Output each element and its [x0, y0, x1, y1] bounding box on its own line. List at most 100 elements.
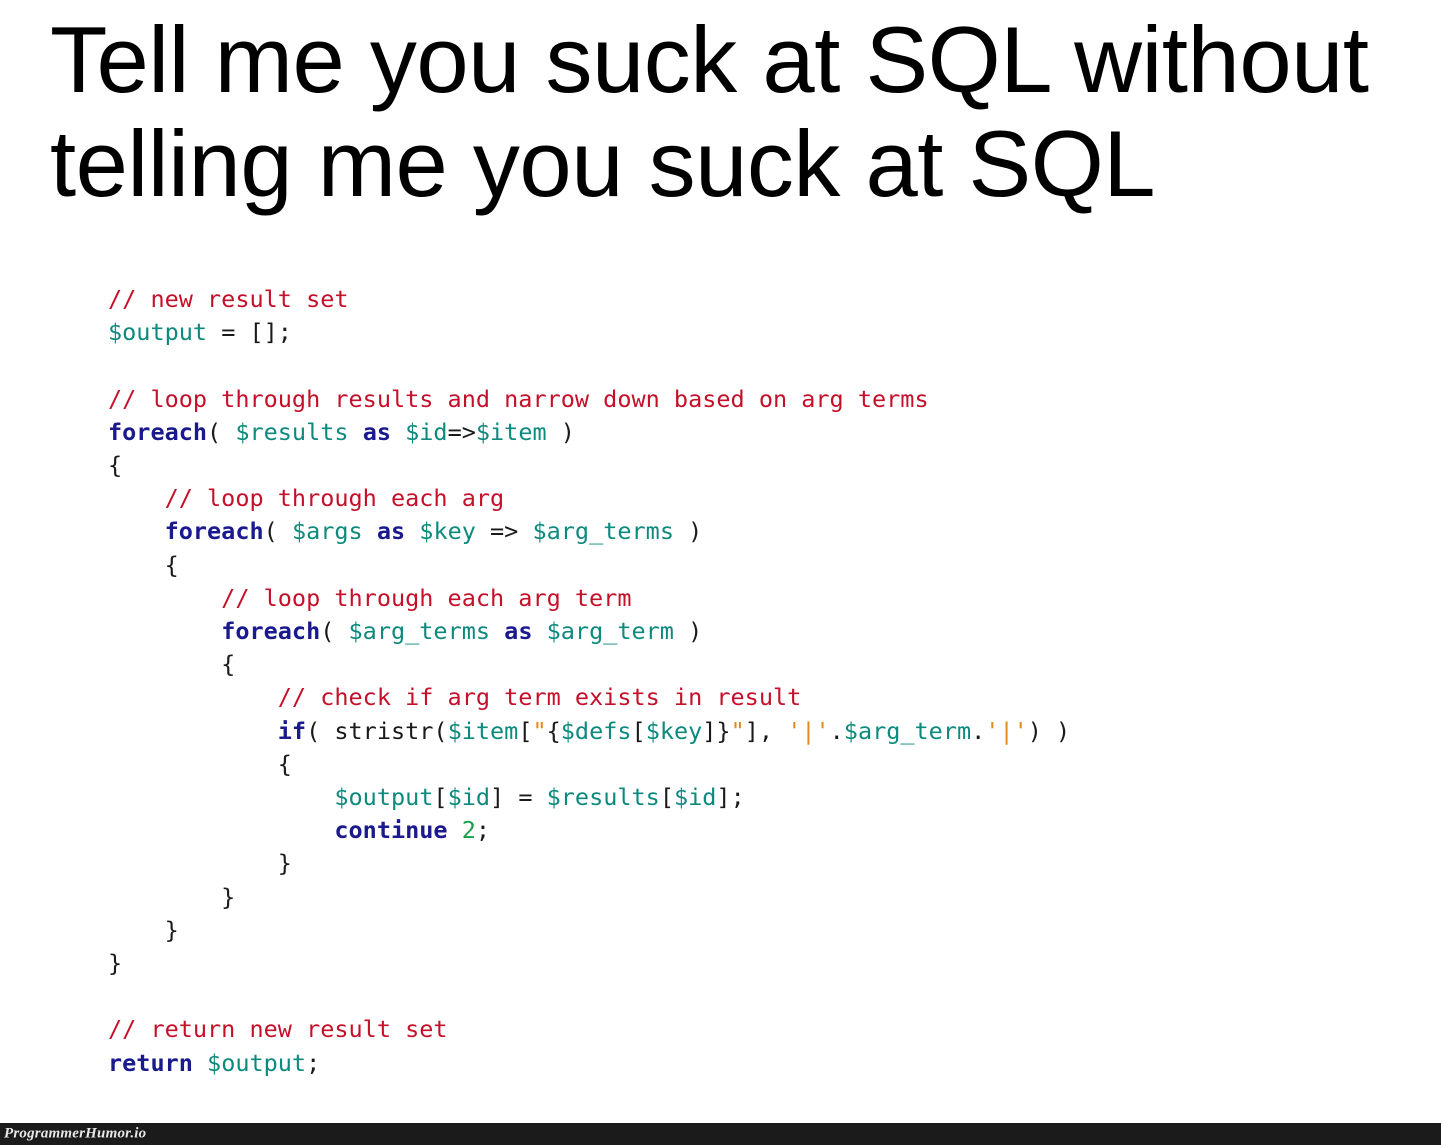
code-line: }: [108, 847, 1070, 880]
code-token-plain: {: [108, 650, 236, 679]
code-token-keyword: foreach: [164, 517, 264, 546]
code-line: // new result set: [108, 283, 1070, 316]
code-token-plain: [: [518, 716, 533, 745]
code-line: }: [108, 881, 1070, 914]
code-snippet: // new result set $output = []; // loop t…: [108, 283, 1070, 1080]
code-token-plain: = [];: [207, 318, 292, 347]
code-token-plain: ] =: [490, 783, 547, 812]
code-line: foreach( $results as $id=>$item ): [108, 416, 1070, 449]
code-line: // check if arg term exists in result: [108, 681, 1070, 714]
code-token-var: $item: [447, 716, 519, 745]
code-token-plain: ];: [716, 783, 745, 812]
code-token-plain: ;: [475, 816, 491, 845]
code-token-var: $item: [475, 417, 547, 446]
code-line: $output = [];: [108, 316, 1070, 349]
code-token-comment: // return new result set: [108, 1015, 448, 1044]
code-token-keyword: foreach: [108, 417, 208, 446]
code-token-plain: =>: [475, 517, 533, 546]
code-token-keyword: as: [504, 617, 533, 646]
code-token-var: $key: [645, 716, 703, 745]
code-token-plain: {: [108, 749, 292, 778]
code-token-plain: {: [546, 716, 561, 745]
code-line: }: [108, 947, 1070, 980]
code-token-plain: (: [320, 617, 349, 646]
watermark-bar: ProgrammerHumor.io: [0, 1123, 1441, 1145]
code-token-plain: }: [108, 849, 292, 878]
code-token-var: $output: [207, 1048, 307, 1077]
code-line: // loop through each arg: [108, 482, 1070, 515]
code-token-var: $arg_term: [546, 617, 674, 646]
code-token-plain: =>: [447, 417, 476, 446]
code-token-string: '|': [985, 716, 1028, 745]
code-token-var: $arg_terms: [348, 617, 491, 646]
code-token-comment: // loop through results and narrow down …: [108, 384, 929, 413]
code-token-comment: // loop through each arg term: [108, 583, 632, 612]
code-token-plain: ;: [306, 1048, 321, 1077]
meme-image: Tell me you suck at SQL without telling …: [0, 0, 1441, 1145]
code-token-var: $id: [447, 783, 491, 812]
code-line: {: [108, 549, 1070, 582]
code-token-var: $id: [673, 783, 717, 812]
meme-title: Tell me you suck at SQL without telling …: [50, 7, 1395, 216]
code-token-var: $output: [334, 783, 434, 812]
code-line: if( stristr($item["{$defs[$key]}"], '|'.…: [108, 715, 1070, 748]
code-token-var: $id: [405, 417, 448, 446]
code-token-plain: [: [433, 783, 448, 812]
code-line: // loop through results and narrow down …: [108, 383, 1070, 416]
code-token-number: 2: [461, 816, 476, 845]
code-line: // loop through each arg term: [108, 582, 1070, 615]
code-token-plain: {: [108, 451, 123, 480]
code-token-plain: [: [631, 716, 646, 745]
code-line: return $output;: [108, 1047, 1070, 1080]
code-token-plain: ): [673, 517, 703, 546]
code-line: foreach( $args as $key => $arg_terms ): [108, 515, 1070, 548]
code-token-plain: .: [829, 716, 844, 745]
code-token-comment: // new result set: [108, 285, 349, 313]
code-line: // return new result set: [108, 1013, 1070, 1046]
code-line: foreach( $arg_terms as $arg_term ): [108, 615, 1070, 648]
code-token-plain: ],: [744, 716, 788, 745]
code-line: {: [108, 648, 1070, 681]
code-token-plain: }: [108, 915, 179, 944]
code-token-plain: ]}: [702, 716, 731, 745]
code-line: {: [108, 748, 1070, 781]
code-token-string: ": [532, 716, 547, 745]
code-token-string: ": [730, 716, 745, 745]
code-token-string: '|': [787, 716, 830, 745]
code-token-plain: }: [108, 882, 236, 911]
code-token-var: $key: [419, 517, 476, 546]
code-token-plain: ): [546, 417, 575, 446]
code-token-plain: (: [207, 417, 236, 446]
code-token-var: $defs: [560, 716, 632, 745]
code-token-keyword: if: [277, 716, 307, 745]
code-token-plain: .: [971, 716, 986, 745]
code-token-plain: ( stristr(: [306, 716, 448, 745]
code-line: {: [108, 449, 1070, 482]
code-line: }: [108, 914, 1070, 947]
code-token-var: $results: [546, 783, 660, 812]
code-token-plain: [: [659, 783, 674, 812]
code-token-var: $arg_term: [843, 716, 972, 745]
code-token-plain: ) ): [1027, 716, 1071, 745]
code-token-comment: // loop through each arg: [108, 484, 505, 513]
code-token-plain: }: [108, 949, 123, 978]
code-token-plain: (: [263, 517, 292, 546]
code-token-keyword: continue: [334, 816, 448, 845]
code-line: continue 2;: [108, 814, 1070, 847]
code-token-var: $output: [108, 318, 208, 347]
code-token-var: $arg_terms: [532, 517, 674, 546]
